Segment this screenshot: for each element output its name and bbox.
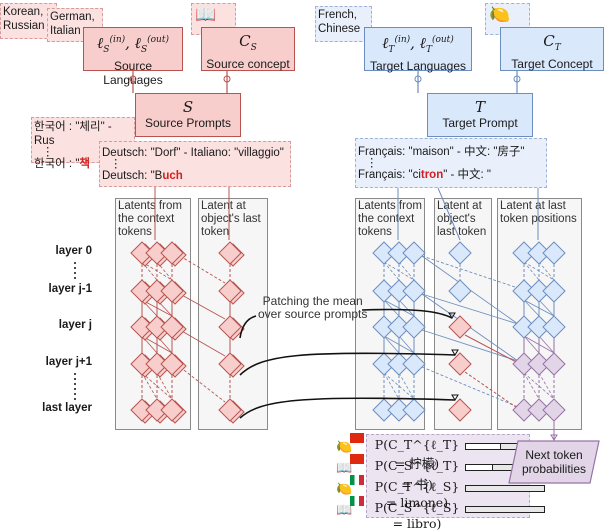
latent-diamond — [402, 352, 426, 376]
latent-diamond — [448, 398, 472, 422]
context-to-object-connector — [179, 329, 226, 357]
annotation-pointer — [239, 315, 257, 339]
attention-connector — [538, 261, 555, 281]
latent-diamond — [542, 279, 566, 303]
italy-flag — [350, 496, 364, 506]
attention-connector — [523, 261, 540, 281]
attention-connector — [398, 335, 415, 354]
attention-connector — [538, 335, 555, 354]
attention-connector — [383, 299, 400, 317]
latent-diamond — [542, 241, 566, 265]
next-token-label: Next token probabilities — [508, 448, 600, 476]
attention-connector — [398, 372, 415, 400]
latent-diamond — [448, 241, 472, 265]
patched-to-last-connector — [464, 371, 521, 411]
china-flag — [350, 433, 364, 443]
context-to-last-connector — [421, 293, 519, 325]
attention-connector — [398, 299, 415, 317]
latent-diamond — [448, 279, 472, 303]
attention-connector — [383, 335, 400, 354]
attention-connector — [523, 372, 540, 400]
latent-diamond — [402, 315, 426, 339]
attention-connector — [538, 299, 555, 317]
latent-diamond — [402, 279, 426, 303]
prompt-to-latent-arrow — [437, 187, 461, 241]
next-token-probabilities-node: Next token probabilities — [508, 440, 600, 484]
context-to-object-connector — [179, 293, 226, 320]
probability-bar-rest — [466, 486, 544, 491]
china-flag — [350, 454, 364, 464]
latent-diamond — [542, 398, 566, 422]
latent-diamond — [448, 352, 472, 376]
latent-diamond — [542, 352, 566, 376]
context-to-object-connector — [179, 366, 226, 403]
attention-connector — [523, 335, 540, 354]
next-token-label-line2: probabilities — [521, 462, 587, 476]
probability-formula: P(C_S^{ℓ_S} = libro) — [374, 500, 460, 531]
attention-connector — [383, 372, 400, 400]
probability-bar-fill — [466, 444, 502, 449]
latent-diamond — [402, 241, 426, 265]
latent-diamond — [542, 315, 566, 339]
italy-flag — [350, 475, 364, 485]
probability-bar-fill — [466, 465, 494, 470]
context-to-last-connector — [421, 366, 519, 408]
attention-connector — [398, 261, 415, 281]
probability-bar-rest — [466, 507, 544, 512]
context-to-last-connector — [421, 329, 519, 362]
context-to-object-connector — [179, 255, 226, 284]
context-to-last-connector — [421, 255, 519, 289]
probability-bar — [465, 485, 545, 492]
attention-connector — [383, 261, 400, 281]
patched-to-last-connector — [464, 334, 521, 365]
patching-arrow — [361, 308, 453, 319]
latent-diamond — [402, 398, 426, 422]
probability-bar — [465, 506, 545, 513]
latent-diamond — [448, 315, 472, 339]
attention-connector — [538, 372, 555, 400]
next-token-label-line1: Next token — [525, 448, 583, 462]
attention-connector — [523, 299, 540, 317]
